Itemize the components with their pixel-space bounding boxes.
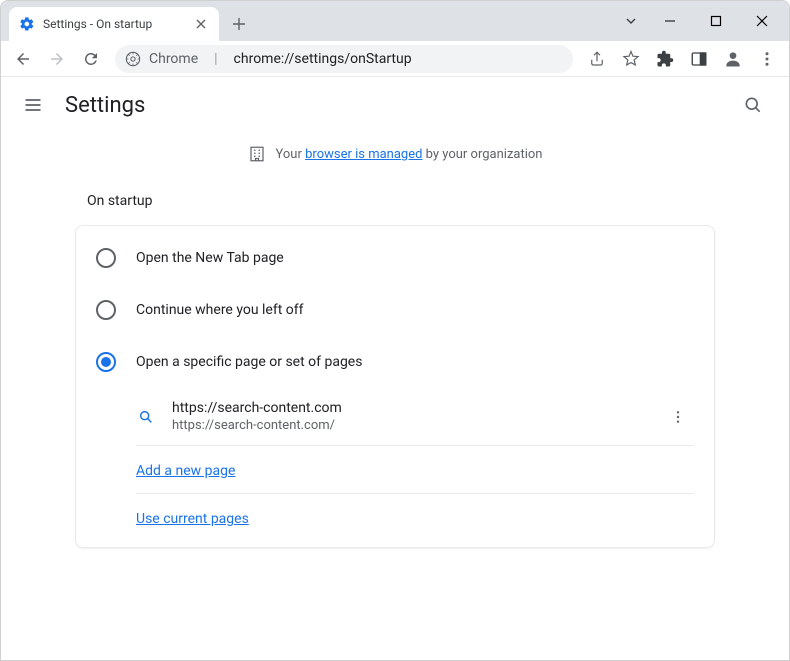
url-divider: |: [214, 51, 217, 67]
managed-prefix: Your: [276, 147, 306, 162]
site-info-icon[interactable]: [125, 51, 141, 67]
browser-toolbar: Chrome | chrome://settings/onStartup: [1, 41, 789, 77]
browser-tab[interactable]: Settings - On startup: [9, 7, 219, 41]
back-button[interactable]: [7, 43, 39, 75]
page-item-menu-icon[interactable]: [662, 401, 694, 433]
radio-open-new-tab[interactable]: Open the New Tab page: [76, 232, 714, 284]
extensions-icon[interactable]: [649, 43, 681, 75]
startup-page-url: https://search-content.com/: [172, 418, 646, 433]
startup-card: Open the New Tab page Continue where you…: [75, 225, 715, 548]
url-path: chrome://settings/onStartup: [234, 51, 412, 67]
address-bar[interactable]: Chrome | chrome://settings/onStartup: [115, 45, 573, 73]
radio-icon: [96, 248, 116, 268]
search-settings-icon[interactable]: [741, 93, 765, 117]
managed-link[interactable]: browser is managed: [305, 147, 422, 162]
tab-strip: Settings - On startup: [1, 7, 615, 41]
radio-label: Open a specific page or set of pages: [136, 354, 362, 370]
profile-icon[interactable]: [717, 43, 749, 75]
side-panel-icon[interactable]: [683, 43, 715, 75]
startup-page-list: https://search-content.com https://searc…: [76, 388, 714, 541]
radio-specific-pages[interactable]: Open a specific page or set of pages: [76, 336, 714, 388]
maximize-button[interactable]: [693, 5, 739, 37]
settings-page: Settings Your browser is managed by your…: [1, 77, 789, 660]
managed-text: Your browser is managed by your organiza…: [276, 147, 543, 162]
building-icon: [248, 145, 266, 163]
share-icon[interactable]: [581, 43, 613, 75]
window-controls: [615, 1, 789, 41]
bookmark-icon[interactable]: [615, 43, 647, 75]
forward-button[interactable]: [41, 43, 73, 75]
url-scheme-label: Chrome: [149, 51, 198, 67]
tab-search-button[interactable]: [615, 5, 647, 37]
close-tab-icon[interactable]: [193, 16, 209, 32]
chrome-menu-icon[interactable]: [751, 43, 783, 75]
radio-label: Open the New Tab page: [136, 250, 284, 266]
close-window-button[interactable]: [739, 5, 785, 37]
radio-continue[interactable]: Continue where you left off: [76, 284, 714, 336]
use-current-pages-link[interactable]: Use current pages: [136, 511, 249, 527]
startup-page-item: https://search-content.com https://searc…: [136, 388, 694, 446]
search-icon: [136, 407, 156, 427]
managed-suffix: by your organization: [422, 147, 542, 162]
minimize-button[interactable]: [647, 5, 693, 37]
radio-icon-selected: [96, 352, 116, 372]
settings-gear-icon: [19, 16, 35, 32]
settings-header: Settings: [1, 77, 789, 133]
menu-icon[interactable]: [21, 93, 45, 117]
startup-page-title: https://search-content.com: [172, 400, 646, 416]
section-title: On startup: [87, 193, 715, 209]
page-title: Settings: [65, 93, 145, 118]
reload-button[interactable]: [75, 43, 107, 75]
titlebar: Settings - On startup: [1, 1, 789, 41]
add-page-link[interactable]: Add a new page: [136, 463, 235, 479]
managed-banner: Your browser is managed by your organiza…: [1, 133, 789, 181]
radio-label: Continue where you left off: [136, 302, 304, 318]
tab-title: Settings - On startup: [43, 17, 185, 31]
new-tab-button[interactable]: [225, 10, 253, 38]
radio-icon: [96, 300, 116, 320]
